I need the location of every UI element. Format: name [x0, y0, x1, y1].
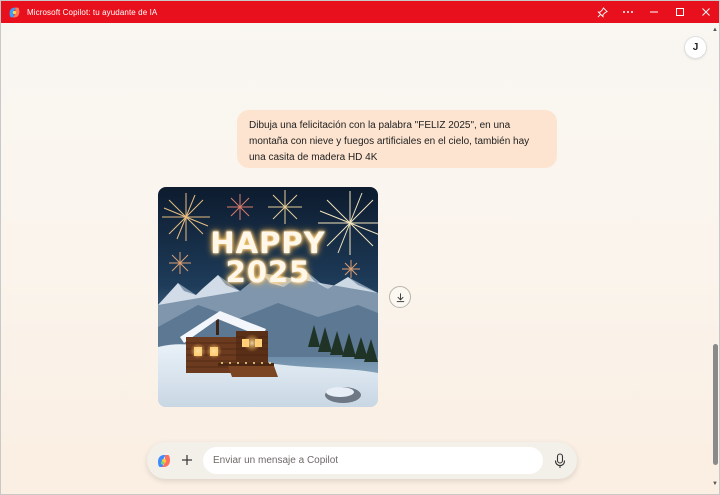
- scrollbar-thumb[interactable]: [713, 344, 718, 465]
- minimize-icon[interactable]: [641, 1, 667, 23]
- copilot-logo-icon[interactable]: [156, 453, 172, 469]
- image-text-year: 2025: [225, 255, 311, 289]
- scroll-up-icon[interactable]: ▲: [712, 27, 718, 33]
- plus-icon[interactable]: [178, 451, 196, 469]
- winter-cabin-fireworks-illustration: [158, 187, 378, 407]
- more-icon[interactable]: [615, 1, 641, 23]
- message-input[interactable]: [203, 447, 543, 474]
- pin-icon[interactable]: [589, 1, 615, 23]
- close-icon[interactable]: [693, 1, 719, 23]
- user-message-bubble: Dibuja una felicitación con la palabra "…: [237, 110, 557, 168]
- window-controls: [589, 1, 719, 23]
- scroll-down-icon[interactable]: ▼: [712, 481, 718, 487]
- title-bar: Microsoft Copilot: tu ayudante de IA: [1, 1, 719, 23]
- window-title: Microsoft Copilot: tu ayudante de IA: [27, 7, 158, 17]
- microphone-icon[interactable]: [551, 451, 569, 471]
- maximize-icon[interactable]: [667, 1, 693, 23]
- download-button[interactable]: [389, 286, 411, 308]
- generated-image[interactable]: HAPPY 2025: [158, 187, 378, 407]
- message-composer: [147, 442, 577, 479]
- copilot-window: Microsoft Copilot: tu ayudante de IA J ▲…: [0, 0, 720, 495]
- user-avatar[interactable]: J: [684, 36, 707, 59]
- download-icon: [396, 292, 404, 302]
- copilot-app-icon: [7, 5, 21, 19]
